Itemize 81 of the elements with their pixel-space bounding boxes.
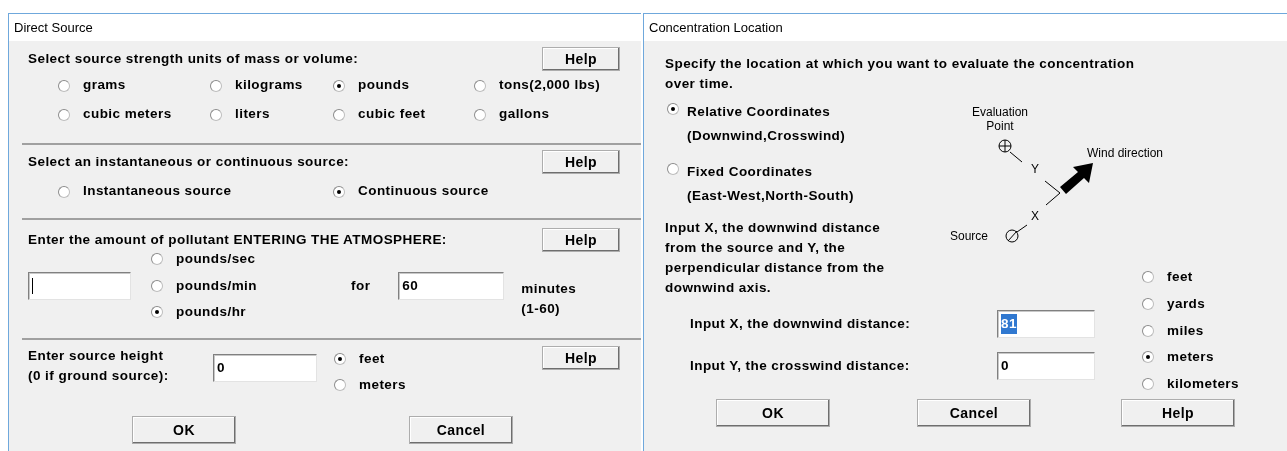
- radio-label: yards: [1167, 294, 1206, 313]
- radio-label: liters: [235, 105, 270, 124]
- for-label: for: [351, 276, 371, 295]
- help-button[interactable]: Help: [542, 228, 620, 252]
- dialog-button[interactable]: Help: [1121, 399, 1235, 428]
- radio-label: meters: [1167, 348, 1214, 367]
- input-label: Input X, the downwind distance:: [690, 314, 912, 333]
- radio-label: cubic feet: [358, 105, 426, 124]
- instruction-text: Specify the location at which you want to evaluate the concentration over time.: [665, 55, 1136, 93]
- radio-label: Continuous source: [358, 182, 489, 201]
- axis-label: X: [1031, 209, 1039, 223]
- radio-label: miles: [1167, 321, 1204, 340]
- dialog-button[interactable]: OK: [132, 416, 236, 444]
- dialog-button[interactable]: OK: [716, 399, 830, 428]
- evaluation-point-icon: [998, 139, 1012, 153]
- radio-button[interactable]: [474, 108, 486, 121]
- radio-button[interactable]: [58, 79, 70, 92]
- radio-button[interactable]: [667, 103, 679, 115]
- radio-label: cubic meters: [83, 105, 172, 124]
- radio-button[interactable]: [1142, 271, 1154, 284]
- help-button[interactable]: Help: [542, 47, 620, 71]
- wind-arrow-icon: [1060, 163, 1093, 194]
- amount-field[interactable]: [28, 271, 131, 300]
- source-point-icon: [1005, 229, 1019, 243]
- radio-label: feet: [1167, 268, 1193, 287]
- input-label: Input Y, the crosswind distance:: [690, 356, 911, 375]
- axis-label: Y: [1031, 162, 1039, 176]
- height-field[interactable]: 0: [213, 354, 317, 382]
- distance-field[interactable]: 81: [997, 310, 1095, 338]
- radio-button[interactable]: [151, 306, 163, 319]
- radio-label: pounds/min: [176, 276, 257, 295]
- radio-label: kilograms: [235, 76, 303, 95]
- radio-button[interactable]: [333, 79, 345, 92]
- section-prompt: Select source strength units of mass or volume:: [28, 49, 359, 68]
- radio-button[interactable]: [333, 108, 345, 121]
- radio-label: grams: [83, 76, 126, 95]
- radio-button[interactable]: [1142, 351, 1154, 364]
- radio-label: pounds: [358, 76, 410, 95]
- radio-button[interactable]: [474, 79, 486, 92]
- radio-label: feet: [359, 349, 385, 368]
- radio-button[interactable]: [334, 379, 346, 391]
- duration-unit: minutes: [521, 279, 577, 298]
- source-label: Source: [950, 229, 989, 243]
- radio-button[interactable]: [151, 279, 163, 292]
- section-prompt: Select an instantaneous or continuous source:: [28, 152, 350, 171]
- radio-label: pounds/hr: [176, 303, 247, 322]
- input-note: Input X, the downwind distance from the source and Y, the perpendicular distance from the downwind axis.: [665, 219, 886, 297]
- window-title: Direct Source: [14, 18, 93, 37]
- help-button[interactable]: Help: [542, 150, 620, 174]
- duration-range: (1-60): [521, 299, 562, 318]
- radio-button[interactable]: [333, 185, 345, 198]
- distance-field[interactable]: 0: [997, 352, 1095, 380]
- radio-detail: (East-West,North-South): [687, 187, 854, 205]
- radio-label: gallons: [499, 105, 550, 124]
- radio-button[interactable]: [58, 185, 70, 198]
- help-button[interactable]: Help: [542, 346, 620, 370]
- height-prompt: Enter source height (0 if ground source):: [28, 347, 170, 385]
- radio-label: Fixed Coordinates: [687, 163, 814, 181]
- radio-button[interactable]: [210, 79, 222, 92]
- radio-button[interactable]: [1142, 378, 1154, 391]
- radio-button[interactable]: [1142, 324, 1154, 337]
- duration-field[interactable]: 60: [398, 271, 505, 300]
- radio-label: Instantaneous source: [83, 182, 232, 201]
- radio-label: Relative Coordinates: [687, 103, 832, 121]
- radio-button[interactable]: [334, 353, 346, 365]
- radio-button[interactable]: [1142, 298, 1154, 311]
- dialog-button[interactable]: Cancel: [917, 399, 1031, 428]
- radio-label: pounds/sec: [176, 250, 256, 269]
- radio-button[interactable]: [210, 108, 222, 121]
- radio-label: kilometers: [1167, 374, 1240, 393]
- radio-button[interactable]: [151, 253, 163, 266]
- window-title: Concentration Location: [649, 18, 783, 37]
- dialog-button[interactable]: Cancel: [409, 416, 513, 444]
- radio-button[interactable]: [667, 163, 679, 175]
- radio-label: meters: [359, 375, 406, 394]
- wind-direction-label: Wind direction: [1087, 146, 1164, 160]
- radio-label: tons(2,000 lbs): [499, 76, 601, 95]
- evaluation-point-label: Evaluation Point: [970, 105, 1029, 133]
- radio-button[interactable]: [58, 108, 70, 121]
- section-prompt: Enter the amount of pollutant ENTERING THE ATMOSPHERE:: [28, 230, 447, 249]
- radio-detail: (Downwind,Crosswind): [687, 127, 846, 145]
